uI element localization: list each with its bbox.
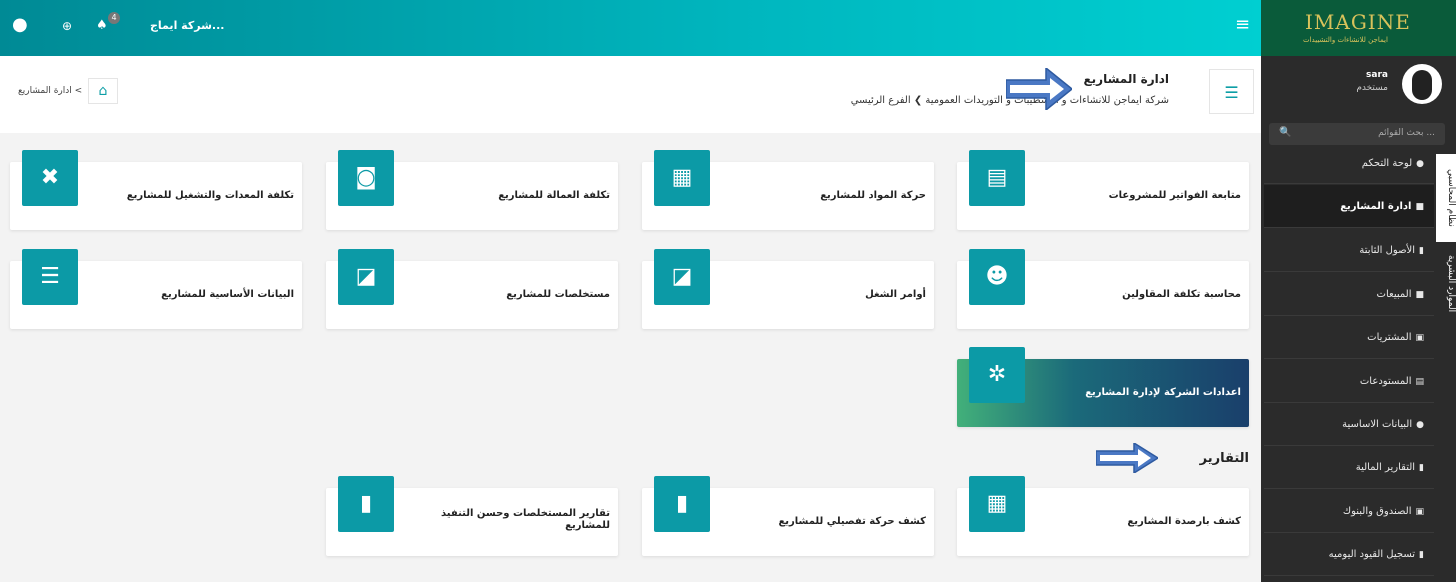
card-detailed-movement[interactable]: ▮ كشف حركة تفصيلي للمشاريع [642, 476, 934, 556]
user-icon[interactable]: ● [12, 14, 28, 35]
sidebar-item-sales[interactable]: المبيعات ■ [1264, 273, 1434, 316]
users-icon: ☻ [969, 249, 1025, 305]
tools-icon: ✖ [22, 150, 78, 206]
card-company-settings[interactable]: ✲ اعدادات الشركة لإدارة المشاريع [957, 347, 1249, 427]
globe-icon[interactable]: ⊕ [62, 19, 72, 33]
card-project-extracts[interactable]: ◪ مستخلصات للمشاريع [326, 249, 618, 329]
sidebar-item-daily-entries[interactable]: تسجيل القيود اليوميه ▮ [1264, 533, 1434, 576]
sidebar-item-cash-banks[interactable]: الصندوق والبنوك ▣ [1264, 490, 1434, 533]
sidebar-item-basic-data[interactable]: البيانات الاساسية ● [1264, 403, 1434, 446]
sidebar-item-warehouses[interactable]: المستودعات ▤ [1264, 360, 1434, 403]
card-contractors-accounting[interactable]: ☻ محاسبة تكلفة المقاولين [957, 249, 1249, 329]
user-name: sara [1366, 70, 1388, 80]
card-invoice-tracking[interactable]: ▤ متابعة الفواتير للمشروعات [957, 150, 1249, 230]
top-bar: ● ⊕ ♠ 4 شركة ايماج... ≡ [0, 0, 1261, 56]
logo-subtitle: ايماجن للانشاءات والتشييدات [1303, 36, 1388, 44]
list-icon[interactable]: ☰ [1209, 69, 1254, 114]
archive-icon: ▤ [1415, 377, 1424, 387]
sticky-note-icon: ◪ [654, 249, 710, 305]
invoice-icon: ▤ [969, 150, 1025, 206]
tab-human-resources[interactable]: الموارد البشرية [1436, 246, 1456, 322]
search-placeholder: بحث القوائم ... [1378, 128, 1435, 138]
page-title: ادارة المشاريع [1083, 72, 1169, 86]
file-icon: ▮ [1419, 550, 1424, 560]
logo-bar: IMAGINE ايماجن للانشاءات والتشييدات [1261, 0, 1456, 56]
card-project-balances[interactable]: ▦ كشف بارصدة المشاريع [957, 476, 1249, 556]
money-icon: ▣ [1415, 507, 1424, 517]
file-icon: ▮ [1419, 246, 1424, 256]
truck-icon: ■ [1415, 290, 1424, 300]
building-icon: ▦ [654, 150, 710, 206]
sidebar-item-project-management[interactable]: ادارة المشاريع ■ [1264, 185, 1434, 228]
arrow-annotation [1006, 68, 1072, 110]
notification-badge: 4 [108, 12, 120, 24]
briefcase-clock-icon: ◙ [338, 150, 394, 206]
file-icon: ▮ [654, 476, 710, 532]
company-selector[interactable]: شركة ايماج... [150, 19, 224, 32]
breadcrumb[interactable]: ادارة المشاريع < [18, 86, 82, 96]
bell-icon[interactable]: ♠ [96, 18, 108, 33]
user-role: مستخدم [1356, 83, 1388, 93]
hamburger-icon[interactable]: ≡ [1235, 14, 1250, 35]
briefcase-icon: ■ [1415, 202, 1424, 212]
calculator-icon: ▦ [969, 476, 1025, 532]
logo: IMAGINE [1305, 10, 1411, 34]
file-icon: ▮ [1419, 463, 1424, 473]
card-labor-cost[interactable]: ◙ تكلفة العمالة للمشاريع [326, 150, 618, 230]
card-equipment-cost[interactable]: ✖ تكلفة المعدات والتشغيل للمشاريع [10, 150, 302, 230]
tab-accounting-system[interactable]: نظام المحاسبي [1436, 154, 1456, 242]
card-extracts-reports[interactable]: ▮ تقارير المستخلصات وحسن التنفيذ للمشاري… [326, 476, 618, 556]
sticky-note-icon: ◪ [338, 249, 394, 305]
arrow-annotation [1096, 443, 1158, 473]
money-icon: ▣ [1415, 333, 1424, 343]
file-icon: ▮ [338, 476, 394, 532]
card-materials-movement[interactable]: ▦ حركة المواد للمشاريع [642, 150, 934, 230]
reports-section-title: التقارير [1199, 451, 1249, 466]
sidebar: sara مستخدم 🔍 بحث القوائم ... نظام المحا… [1261, 56, 1456, 582]
sidebar-item-fixed-assets[interactable]: الأصول الثابتة ▮ [1264, 229, 1434, 272]
home-icon[interactable]: ⌂ [88, 78, 118, 104]
search-icon: 🔍 [1279, 127, 1292, 138]
sidebar-item-purchases[interactable]: المشتريات ▣ [1264, 316, 1434, 359]
avatar[interactable] [1402, 64, 1442, 104]
database-icon: ☰ [22, 249, 78, 305]
card-project-basic-data[interactable]: ☰ البيانات الأساسية للمشاريع [10, 249, 302, 329]
sidebar-item-dashboard[interactable]: لوحة التحكم ● [1264, 142, 1434, 184]
gear-icon: ✲ [969, 347, 1025, 403]
info-icon: ● [1416, 159, 1424, 169]
info-icon: ● [1416, 420, 1424, 430]
sidebar-item-financial-reports[interactable]: التقارير المالية ▮ [1264, 446, 1434, 489]
chevron-left-icon: < [74, 86, 83, 96]
card-work-orders[interactable]: ◪ أوامر الشغل [642, 249, 934, 329]
